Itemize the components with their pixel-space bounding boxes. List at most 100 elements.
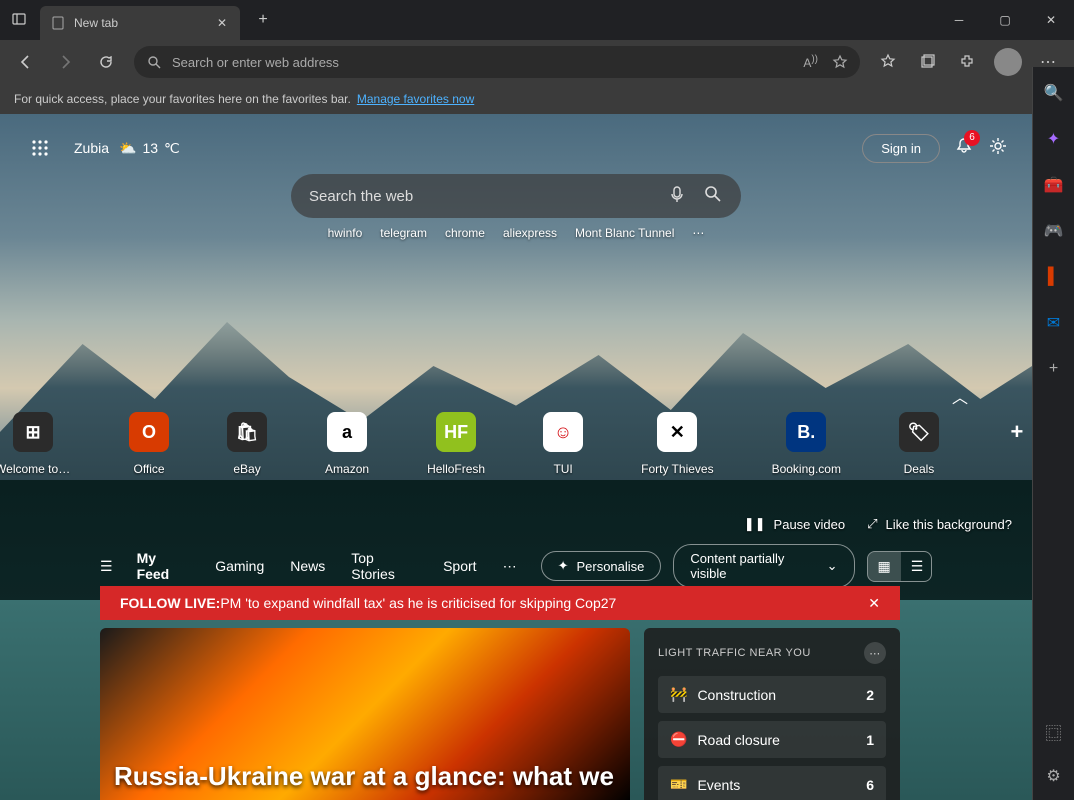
feed-tab-topstories[interactable]: Top Stories [351, 550, 417, 582]
tile-label: Booking.com [772, 462, 841, 476]
personalise-button[interactable]: ✦Personalise [541, 551, 662, 581]
feed-menu-button[interactable]: ☰ [100, 558, 113, 575]
news-hero-card[interactable]: Russia-Ukraine war at a glance: what we [100, 628, 630, 800]
weather-temp: 13 [142, 140, 158, 156]
quick-tile[interactable]: ☺ TUI [543, 412, 583, 476]
notification-badge: 6 [964, 130, 980, 146]
weather-widget[interactable]: ⛅ 13℃ [119, 140, 180, 157]
sidebar-settings-button[interactable]: ⚙ [1042, 764, 1066, 788]
feed-tab-myfeed[interactable]: My Feed [137, 550, 190, 582]
search-placeholder: Search the web [309, 188, 413, 205]
web-search-box[interactable]: Search the web [291, 174, 741, 218]
search-icon [146, 54, 162, 70]
tile-label: TUI [553, 462, 572, 476]
page-settings-button[interactable] [988, 136, 1008, 161]
feed-tab-sport[interactable]: Sport [443, 558, 476, 574]
sidebar-games-button[interactable]: 🎮 [1042, 219, 1066, 243]
manage-favorites-link[interactable]: Manage favorites now [357, 92, 474, 106]
sidebar-office-button[interactable]: ▌ [1042, 265, 1066, 289]
quick-tile[interactable]: HF HelloFresh [427, 412, 485, 476]
more-shortcuts-button[interactable]: ⋯ [692, 226, 704, 240]
traffic-row-label: Road closure [697, 732, 780, 748]
shortcut-link[interactable]: Mont Blanc Tunnel [575, 226, 674, 240]
quick-tile[interactable]: ⊞Welcome to ... [0, 412, 71, 476]
sidebar-add-button[interactable]: + [1042, 357, 1066, 381]
sidebar-discover-button[interactable]: ✦ [1042, 127, 1066, 151]
traffic-row[interactable]: ⛔Road closure1 [658, 721, 886, 758]
tile-label: Deals [904, 462, 935, 476]
chevron-down-icon: ⌄ [827, 558, 838, 574]
location-label[interactable]: Zubia [74, 140, 109, 156]
tile-label: Forty Thieves [641, 462, 713, 476]
refresh-button[interactable] [88, 44, 124, 80]
sidebar-outlook-button[interactable]: ✉ [1042, 311, 1066, 335]
quick-tile[interactable]: ✕ Forty Thieves [641, 412, 713, 476]
forward-button[interactable] [48, 44, 84, 80]
content-visibility-dropdown[interactable]: Content partially visible⌄ [673, 544, 854, 588]
quick-tile[interactable]: 🛍eBay [227, 412, 267, 476]
sidebar-tools-button[interactable]: 🧰 [1042, 173, 1066, 197]
voice-search-button[interactable] [667, 184, 687, 208]
background-controls: ❚❚Pause video ⤢Like this background? [744, 516, 1012, 532]
new-tab-page: Zubia ⛅ 13℃ Sign in 6 Search the web hwi… [0, 114, 1032, 800]
feed-tab-gaming[interactable]: Gaming [215, 558, 264, 574]
pause-video-button[interactable]: ❚❚Pause video [744, 516, 845, 532]
tab-close-button[interactable]: ✕ [214, 16, 230, 30]
traffic-row[interactable]: 🎫Events6 [658, 766, 886, 800]
microphone-icon [667, 184, 687, 204]
weather-icon: ⛅ [119, 140, 136, 157]
banner-close-button[interactable]: ✕ [868, 595, 880, 612]
feed-tab-news[interactable]: News [290, 558, 325, 574]
sparkle-icon: ✦ [558, 558, 569, 574]
search-submit-button[interactable] [703, 184, 723, 208]
tile-label: HelloFresh [427, 462, 485, 476]
ntp-header: Zubia ⛅ 13℃ Sign in 6 [0, 132, 1032, 164]
minimize-button[interactable]: ─ [936, 0, 982, 40]
list-view-button[interactable]: ☰ [901, 552, 932, 581]
sign-in-button[interactable]: Sign in [862, 134, 940, 163]
quick-tile[interactable]: B.Booking.com [772, 412, 841, 476]
traffic-row[interactable]: 🚧Construction2 [658, 676, 886, 713]
collapse-tiles-button[interactable]: ︿ [952, 384, 968, 408]
shortcut-link[interactable]: telegram [380, 226, 427, 240]
like-background-button[interactable]: ⤢Like this background? [867, 516, 1012, 532]
tile-icon: ⊞ [13, 412, 53, 452]
tile-icon: ✕ [657, 412, 697, 452]
quick-tile[interactable]: aAmazon [325, 412, 369, 476]
favorites-hint: For quick access, place your favorites h… [14, 92, 351, 106]
sidebar-hide-button[interactable]: ⿴ [1042, 720, 1066, 744]
address-bar[interactable]: Search or enter web address A)) [134, 46, 860, 78]
browser-tab[interactable]: New tab ✕ [40, 6, 240, 40]
tab-title: New tab [74, 16, 118, 30]
app-launcher-button[interactable] [24, 132, 56, 164]
window-controls: ─ ▢ ✕ [936, 0, 1074, 40]
add-tile-button[interactable]: + [997, 412, 1032, 476]
back-button[interactable] [8, 44, 44, 80]
traffic-more-button[interactable]: ⋯ [864, 642, 886, 664]
edge-sidebar: 🔍 ✦ 🧰 🎮 ▌ ✉ + ⿴ ⚙ [1032, 67, 1074, 800]
extensions-button[interactable] [950, 44, 986, 80]
tile-icon: HF [436, 412, 476, 452]
shortcut-link[interactable]: chrome [445, 226, 485, 240]
collections-button[interactable] [910, 44, 946, 80]
profile-button[interactable] [990, 44, 1026, 80]
search-icon [703, 184, 723, 204]
close-window-button[interactable]: ✕ [1028, 0, 1074, 40]
shortcut-link[interactable]: hwinfo [328, 226, 363, 240]
new-tab-button[interactable]: + [246, 3, 280, 37]
read-aloud-button[interactable]: A)) [803, 54, 818, 70]
maximize-button[interactable]: ▢ [982, 0, 1028, 40]
grid-view-button[interactable]: ▦ [868, 552, 901, 581]
quick-tile[interactable]: 🏷Deals [899, 412, 939, 476]
tile-label: Amazon [325, 462, 369, 476]
tab-actions-button[interactable] [0, 0, 40, 40]
feed-tab-more[interactable]: ⋯ [503, 558, 517, 575]
quick-tile[interactable]: OOffice [129, 412, 169, 476]
sidebar-search-button[interactable]: 🔍 [1042, 81, 1066, 105]
notifications-button[interactable]: 6 [954, 136, 974, 161]
favorites-button[interactable] [870, 44, 906, 80]
live-banner[interactable]: FOLLOW LIVE: PM 'to expand windfall tax'… [100, 586, 900, 620]
tile-icon: ☺ [543, 412, 583, 452]
shortcut-link[interactable]: aliexpress [503, 226, 557, 240]
favorite-star-icon[interactable] [832, 54, 848, 70]
